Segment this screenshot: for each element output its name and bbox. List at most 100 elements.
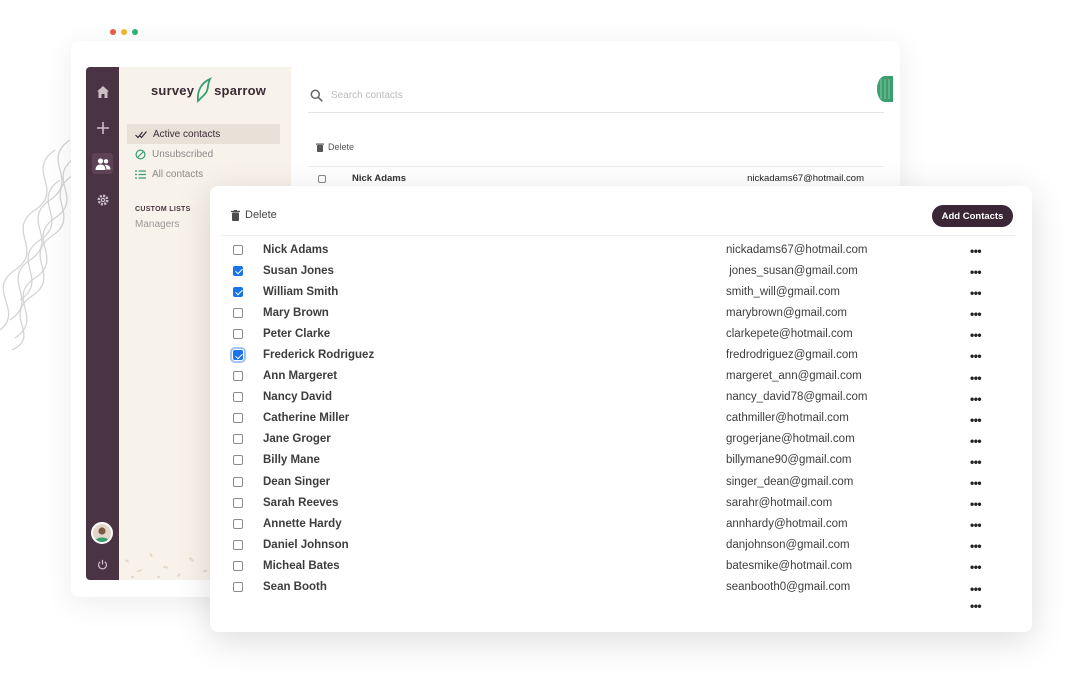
user-avatar[interactable] bbox=[91, 522, 113, 544]
row-checkbox[interactable] bbox=[233, 539, 243, 550]
more-options-icon[interactable]: ••• bbox=[970, 582, 982, 596]
contact-name: Frederick Rodriguez bbox=[263, 349, 375, 362]
delete-button[interactable]: Delete bbox=[231, 209, 277, 221]
contact-name: Mary Brown bbox=[263, 306, 329, 319]
sidebar-item-unsubscribed[interactable]: Unsubscribed bbox=[127, 144, 280, 164]
contact-name: Sarah Reeves bbox=[263, 496, 339, 509]
row-checkbox[interactable] bbox=[233, 455, 243, 466]
more-options-icon[interactable]: ••• bbox=[970, 286, 982, 300]
block-icon bbox=[135, 148, 146, 160]
more-options-icon[interactable]: ••• bbox=[970, 244, 982, 258]
row-checkbox[interactable] bbox=[233, 413, 243, 424]
maximize-dot[interactable] bbox=[132, 29, 138, 35]
row-checkbox[interactable] bbox=[233, 518, 243, 529]
window-controls bbox=[110, 29, 138, 35]
row-checkbox[interactable] bbox=[233, 434, 243, 445]
minimize-dot[interactable] bbox=[121, 29, 127, 35]
row-checkbox[interactable] bbox=[233, 328, 243, 339]
people-icon[interactable] bbox=[92, 153, 113, 174]
contacts-card: Delete Add Contacts Nick Adams nickadams6… bbox=[210, 186, 1032, 632]
sparrow-logo-icon bbox=[197, 77, 213, 103]
contact-email: batesmike@hotmail.com bbox=[726, 559, 853, 572]
plus-icon[interactable] bbox=[92, 117, 113, 138]
table-row: Susan Jones jones_susan@gmail.com ••• bbox=[210, 260, 1032, 281]
more-options-icon[interactable]: ••• bbox=[970, 518, 982, 532]
more-options-icon[interactable]: ••• bbox=[970, 328, 982, 342]
row-checkbox[interactable] bbox=[318, 174, 326, 183]
trash-icon bbox=[231, 209, 240, 221]
trash-icon bbox=[316, 143, 324, 152]
add-contacts-button[interactable]: Add Contacts bbox=[932, 205, 1013, 227]
row-checkbox[interactable] bbox=[233, 497, 243, 508]
contacts-table: Nick Adams nickadams67@hotmail.com ••• Susa… bbox=[210, 239, 1032, 598]
table-row: Sarah Reeves sarahr@hotmail.com ••• bbox=[210, 492, 1032, 513]
row-checkbox[interactable] bbox=[233, 582, 243, 593]
contact-email: marybrown@gmail.com bbox=[726, 306, 847, 319]
gear-icon[interactable] bbox=[92, 189, 113, 210]
contact-email: singer_dean@gmail.com bbox=[726, 475, 854, 488]
divider bbox=[222, 235, 1015, 236]
more-options-icon[interactable]: ••• bbox=[970, 434, 982, 448]
contact-email: billymane90@gmail.com bbox=[726, 454, 852, 467]
partial-green-badge bbox=[877, 76, 893, 102]
sidebar-item-label: All contacts bbox=[152, 168, 204, 180]
table-row: Jane Groger grogerjane@hotmail.com ••• bbox=[210, 429, 1032, 450]
logo-text-survey: survey bbox=[151, 82, 195, 98]
contact-email: margeret_ann@gmail.com bbox=[726, 370, 862, 383]
contact-name: Daniel Johnson bbox=[263, 538, 349, 551]
sidebar-item-active-contacts[interactable]: Active contacts bbox=[127, 124, 280, 144]
table-row: Nancy David nancy_david78@gmail.com ••• bbox=[210, 387, 1032, 408]
more-options-icon[interactable]: ••• bbox=[970, 560, 982, 574]
row-checkbox[interactable] bbox=[233, 476, 243, 487]
row-checkbox[interactable] bbox=[233, 307, 243, 318]
contact-name: Ann Margeret bbox=[263, 370, 338, 383]
more-options-icon[interactable]: ••• bbox=[970, 455, 982, 469]
more-options-icon[interactable]: ••• bbox=[970, 599, 982, 613]
close-dot[interactable] bbox=[110, 29, 116, 35]
decorative-waves bbox=[0, 140, 76, 350]
delete-label: Delete bbox=[328, 142, 355, 152]
contact-name: Susan Jones bbox=[263, 264, 334, 277]
contact-email: grogerjane@hotmail.com bbox=[726, 433, 855, 446]
contact-email: jones_susan@gmail.com bbox=[726, 264, 858, 277]
contact-name: William Smith bbox=[263, 285, 339, 298]
sidebar-item-label: Active contacts bbox=[153, 128, 221, 140]
nav-rail bbox=[86, 67, 119, 580]
table-row: Sean Booth seanbooth0@gmail.com ••• bbox=[210, 577, 1032, 598]
contact-email: smith_will@gmail.com bbox=[726, 285, 840, 298]
search-bar[interactable]: Search contacts bbox=[308, 79, 884, 113]
row-checkbox[interactable] bbox=[230, 347, 246, 364]
custom-list-item-managers[interactable]: Managers bbox=[135, 219, 179, 230]
logo-text-sparrow: sparrow bbox=[214, 82, 267, 98]
custom-lists-heading: CUSTOM LISTS bbox=[135, 206, 191, 213]
contact-name: Sean Booth bbox=[263, 581, 327, 594]
row-checkbox[interactable] bbox=[233, 560, 243, 571]
search-input[interactable]: Search contacts bbox=[331, 90, 403, 101]
contact-email: danjohnson@gmail.com bbox=[726, 538, 850, 551]
more-options-icon[interactable]: ••• bbox=[970, 265, 982, 279]
sidebar-item-all-contacts[interactable]: All contacts bbox=[127, 164, 280, 184]
more-options-icon[interactable]: ••• bbox=[970, 497, 982, 511]
more-options-icon[interactable]: ••• bbox=[970, 392, 982, 406]
delete-label: Delete bbox=[245, 209, 277, 221]
contact-name: Catherine Miller bbox=[263, 412, 350, 425]
contact-name: Peter Clarke bbox=[263, 327, 331, 340]
back-delete-button[interactable]: Delete bbox=[316, 142, 354, 152]
row-checkbox[interactable] bbox=[233, 371, 243, 382]
contact-email: nickadams67@hotmail.com bbox=[726, 243, 868, 256]
more-options-icon[interactable]: ••• bbox=[970, 539, 982, 553]
home-icon[interactable] bbox=[92, 81, 113, 102]
more-options-icon[interactable]: ••• bbox=[970, 349, 982, 363]
row-checkbox[interactable] bbox=[233, 392, 243, 403]
more-options-icon[interactable]: ••• bbox=[970, 413, 982, 427]
contact-name: Jane Groger bbox=[263, 433, 331, 446]
row-checkbox[interactable] bbox=[233, 244, 243, 255]
contact-email: nickadams67@hotmail.com bbox=[747, 173, 864, 184]
row-checkbox[interactable] bbox=[233, 265, 243, 276]
more-options-icon[interactable]: ••• bbox=[970, 371, 982, 385]
table-row: Billy Mane billymane90@gmail.com ••• bbox=[210, 450, 1032, 471]
power-icon[interactable] bbox=[92, 554, 113, 575]
more-options-icon[interactable]: ••• bbox=[970, 307, 982, 321]
row-checkbox[interactable] bbox=[233, 286, 243, 297]
more-options-icon[interactable]: ••• bbox=[970, 476, 982, 490]
